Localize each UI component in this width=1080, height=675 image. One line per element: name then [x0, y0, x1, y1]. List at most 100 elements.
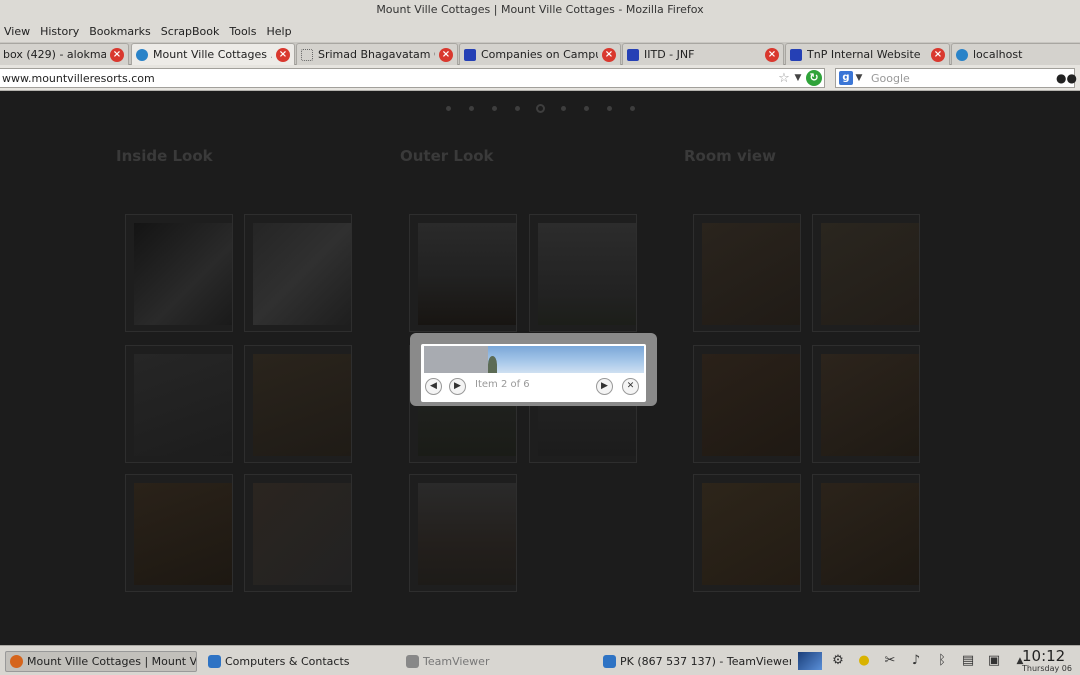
firefox-icon: [10, 655, 23, 668]
bulb-icon[interactable]: ●: [854, 652, 874, 670]
iitd-icon: [627, 48, 639, 61]
lightbox-frame: ◀ ▶ Item 2 of 6 ▶ ✕: [421, 344, 646, 402]
menu-help[interactable]: Help: [261, 25, 296, 38]
search-box[interactable]: g ▼ Google ●●: [835, 68, 1077, 88]
slider-dot[interactable]: [506, 102, 529, 114]
clock-time: 10:12: [1022, 647, 1066, 665]
play-icon[interactable]: ▶: [596, 378, 613, 395]
menu-view[interactable]: View: [0, 25, 35, 38]
tab-label: box (429) - alokmah...: [3, 48, 106, 61]
slider-dot[interactable]: [575, 102, 598, 114]
tab-label: TnP Internal Website: [807, 48, 921, 61]
task-teamviewer[interactable]: TeamViewer: [402, 651, 597, 672]
arrow-right-icon[interactable]: ▶: [449, 378, 466, 395]
teamviewer-icon: [406, 655, 419, 668]
menu-tools[interactable]: Tools: [224, 25, 261, 38]
network-icon[interactable]: ▣: [984, 652, 1004, 670]
lightbox-image[interactable]: [424, 346, 644, 373]
slider-dot[interactable]: [621, 102, 644, 114]
slider-dot[interactable]: [598, 102, 621, 114]
close-icon[interactable]: ×: [276, 47, 290, 62]
iitd-icon: [464, 48, 476, 61]
reload-icon[interactable]: ↻: [806, 70, 822, 86]
slider-dot[interactable]: [437, 102, 460, 114]
tab-mount-ville[interactable]: Mount Ville Cottages ... ×: [131, 43, 295, 65]
close-icon[interactable]: ✕: [622, 378, 639, 395]
google-icon[interactable]: g: [839, 71, 853, 85]
clock-date: Thursday 06: [1022, 664, 1072, 673]
close-icon[interactable]: ×: [439, 47, 453, 62]
tab-label: localhost: [973, 48, 1023, 61]
gallery-thumbnail[interactable]: [812, 214, 920, 332]
slider-dot[interactable]: [552, 102, 575, 114]
gallery-thumbnail[interactable]: [409, 474, 517, 592]
clock[interactable]: 10:12 Thursday 06: [1022, 648, 1080, 673]
gear-icon[interactable]: ⚙: [828, 652, 848, 670]
task-label: Computers & Contacts: [225, 655, 350, 668]
tab-label: Companies on Campus: [481, 48, 598, 61]
gallery-thumbnail[interactable]: [693, 474, 801, 592]
gallery-thumbnail[interactable]: [693, 214, 801, 332]
teamviewer-icon: [208, 655, 221, 668]
column-title-room: Room view: [684, 147, 776, 165]
desktop-icon[interactable]: [798, 652, 822, 670]
task-label: PK (867 537 137) - TeamViewer - F: [620, 655, 791, 668]
address-bar[interactable]: www.mountvilleresorts.com ☆ ▼ ↻: [0, 68, 825, 88]
gallery-thumbnail[interactable]: [244, 345, 352, 463]
tab-label: Mount Ville Cottages ...: [153, 48, 272, 61]
lightbox-counter: Item 2 of 6: [475, 379, 530, 390]
url-text[interactable]: www.mountvilleresorts.com: [0, 72, 776, 85]
scissors-icon[interactable]: ✂: [880, 652, 900, 670]
gallery-thumbnail[interactable]: [125, 214, 233, 332]
slider-dot[interactable]: [460, 102, 483, 114]
gallery-thumbnail[interactable]: [125, 345, 233, 463]
gallery-thumbnail[interactable]: [125, 474, 233, 592]
tab-companies[interactable]: Companies on Campus ×: [459, 43, 621, 65]
tab-localhost[interactable]: localhost: [951, 43, 1080, 65]
gallery-thumbnail[interactable]: [529, 214, 637, 332]
chevron-down-icon[interactable]: ▼: [853, 73, 865, 83]
task-label: TeamViewer: [423, 655, 490, 668]
slider-dots: [437, 102, 644, 114]
close-icon[interactable]: ×: [602, 47, 616, 62]
globe-icon: [956, 48, 968, 61]
menu-history[interactable]: History: [35, 25, 84, 38]
tab-iitd-jnf[interactable]: IITD - JNF ×: [622, 43, 784, 65]
task-pk-teamviewer[interactable]: PK (867 537 137) - TeamViewer - F: [599, 651, 791, 672]
slider-dot-active[interactable]: [529, 102, 552, 114]
slider-dot[interactable]: [483, 102, 506, 114]
page-icon: [301, 48, 313, 61]
close-icon[interactable]: ×: [110, 47, 124, 62]
lightbox: ◀ ▶ Item 2 of 6 ▶ ✕: [410, 333, 657, 406]
tab-tnp[interactable]: TnP Internal Website ×: [785, 43, 950, 65]
arrow-left-icon[interactable]: ◀: [425, 378, 442, 395]
gallery-thumbnail[interactable]: [812, 345, 920, 463]
task-firefox[interactable]: Mount Ville Cottages | Mount Ville: [5, 651, 197, 672]
menu-scrapbook[interactable]: ScrapBook: [156, 25, 225, 38]
clipboard-icon[interactable]: ▤: [958, 652, 978, 670]
column-title-inside: Inside Look: [116, 147, 213, 165]
bookmark-star-icon[interactable]: ☆: [776, 71, 792, 86]
tab-label: Srimad Bhagavatam C...: [318, 48, 435, 61]
volume-icon[interactable]: ♪: [906, 652, 926, 670]
teamviewer-icon: [603, 655, 616, 668]
task-computers-contacts[interactable]: Computers & Contacts: [204, 651, 399, 672]
tab-bar: box (429) - alokmah... × Mount Ville Cot…: [0, 42, 1080, 65]
bluetooth-icon[interactable]: ᛒ: [932, 652, 952, 670]
search-input[interactable]: Google: [865, 72, 1056, 85]
globe-icon: [136, 48, 148, 61]
gallery-thumbnail[interactable]: [244, 474, 352, 592]
gallery-thumbnail[interactable]: [409, 214, 517, 332]
chevron-down-icon[interactable]: ▼: [792, 73, 804, 83]
binoculars-icon[interactable]: ●●: [1056, 71, 1077, 85]
gallery-thumbnail[interactable]: [244, 214, 352, 332]
tab-inbox[interactable]: box (429) - alokmah... ×: [0, 43, 129, 65]
tab-srimad[interactable]: Srimad Bhagavatam C... ×: [296, 43, 458, 65]
gallery-thumbnail[interactable]: [693, 345, 801, 463]
gallery-thumbnail[interactable]: [812, 474, 920, 592]
close-icon[interactable]: ×: [931, 47, 945, 62]
close-icon[interactable]: ×: [765, 47, 779, 62]
window-title: Mount Ville Cottages | Mount Ville Cotta…: [0, 0, 1080, 20]
task-label: Mount Ville Cottages | Mount Ville: [27, 655, 197, 668]
menu-bookmarks[interactable]: Bookmarks: [84, 25, 155, 38]
